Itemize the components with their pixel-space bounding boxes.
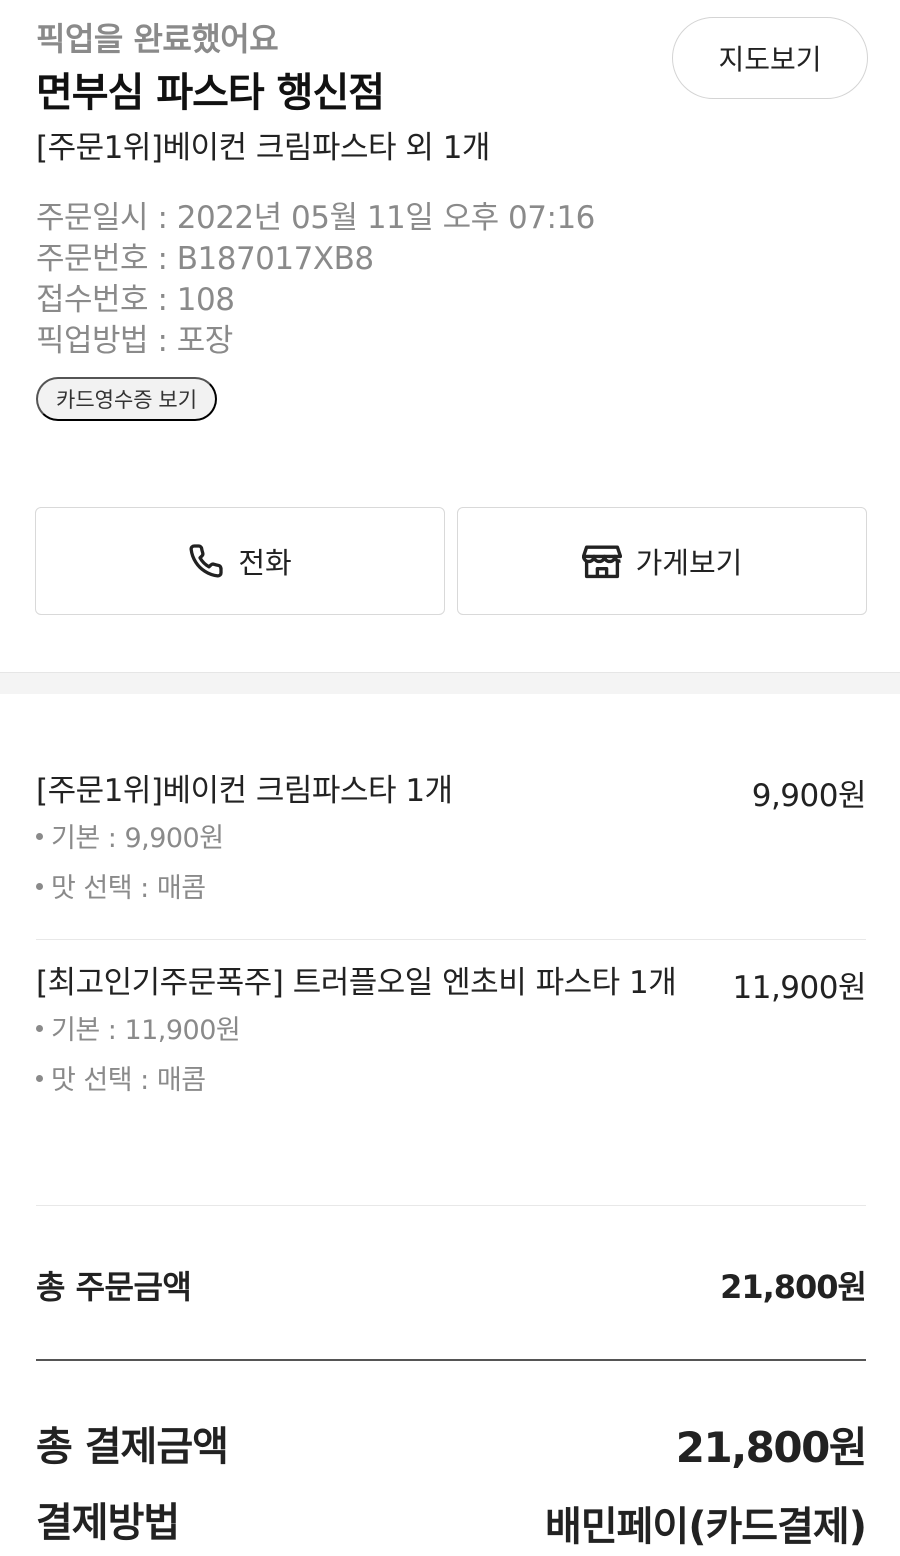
menu-item-name: [주문1위]베이컨 크림파스타 1개 bbox=[36, 773, 453, 809]
pickup-status: 픽업을 완료했어요 bbox=[36, 20, 279, 58]
card-receipt-button[interactable]: 카드영수증 보기 bbox=[36, 377, 218, 421]
phone-icon bbox=[188, 543, 224, 579]
payment-total-value: 21,800원 bbox=[675, 1423, 868, 1472]
store-name: 면부심 파스타 행신점 bbox=[36, 70, 385, 116]
store-button-label: 가게보기 bbox=[635, 548, 743, 580]
menu-item: [최고인기주문폭주] 트러플오일 엔초비 파스타 1개 11,900원 기본 :… bbox=[36, 962, 866, 1106]
menu-item-name: [최고인기주문폭주] 트러플오일 엔초비 파스타 1개 bbox=[36, 965, 677, 1001]
menu-divider bbox=[36, 1205, 866, 1206]
store-icon bbox=[581, 542, 622, 580]
order-info-receipt-number: 접수번호 : 108 bbox=[36, 282, 235, 318]
menu-divider bbox=[36, 939, 866, 940]
order-total-value: 21,800원 bbox=[720, 1268, 867, 1306]
store-button[interactable]: 가게보기 bbox=[457, 507, 867, 615]
section-divider bbox=[0, 672, 900, 694]
payment-total-label: 총 결제금액 bbox=[36, 1424, 229, 1470]
order-info-date: 주문일시 : 2022년 05월 11일 오후 07:16 bbox=[36, 200, 595, 236]
order-summary: [주문1위]베이컨 크림파스타 외 1개 bbox=[36, 130, 490, 166]
menu-item-option: 맛 선택 : 매콤 bbox=[36, 864, 866, 914]
map-button[interactable]: 지도보기 bbox=[672, 17, 868, 99]
call-button[interactable]: 전화 bbox=[35, 507, 445, 615]
menu-item-price: 11,900원 bbox=[732, 970, 867, 1006]
totals-divider bbox=[36, 1359, 866, 1361]
call-button-label: 전화 bbox=[238, 548, 292, 580]
order-info-pickup-method: 픽업방법 : 포장 bbox=[36, 323, 233, 359]
menu-item-price: 9,900원 bbox=[751, 778, 867, 814]
menu-item-option: 맛 선택 : 매콤 bbox=[36, 1056, 866, 1106]
menu-item: [주문1위]베이컨 크림파스타 1개 9,900원 기본 : 9,900원 맛 … bbox=[36, 770, 867, 914]
payment-method-label: 결제방법 bbox=[36, 1500, 180, 1546]
order-info-number: 주문번호 : B187017XB8 bbox=[36, 241, 374, 277]
order-info-list: 주문일시 : 2022년 05월 11일 오후 07:16 주문번호 : B18… bbox=[36, 198, 595, 362]
menu-item-option: 기본 : 9,900원 bbox=[36, 814, 866, 864]
order-total-label: 총 주문금액 bbox=[36, 1268, 192, 1306]
menu-item-option: 기본 : 11,900원 bbox=[36, 1006, 866, 1056]
payment-method-value: 배민페이(카드결제) bbox=[545, 1504, 867, 1550]
